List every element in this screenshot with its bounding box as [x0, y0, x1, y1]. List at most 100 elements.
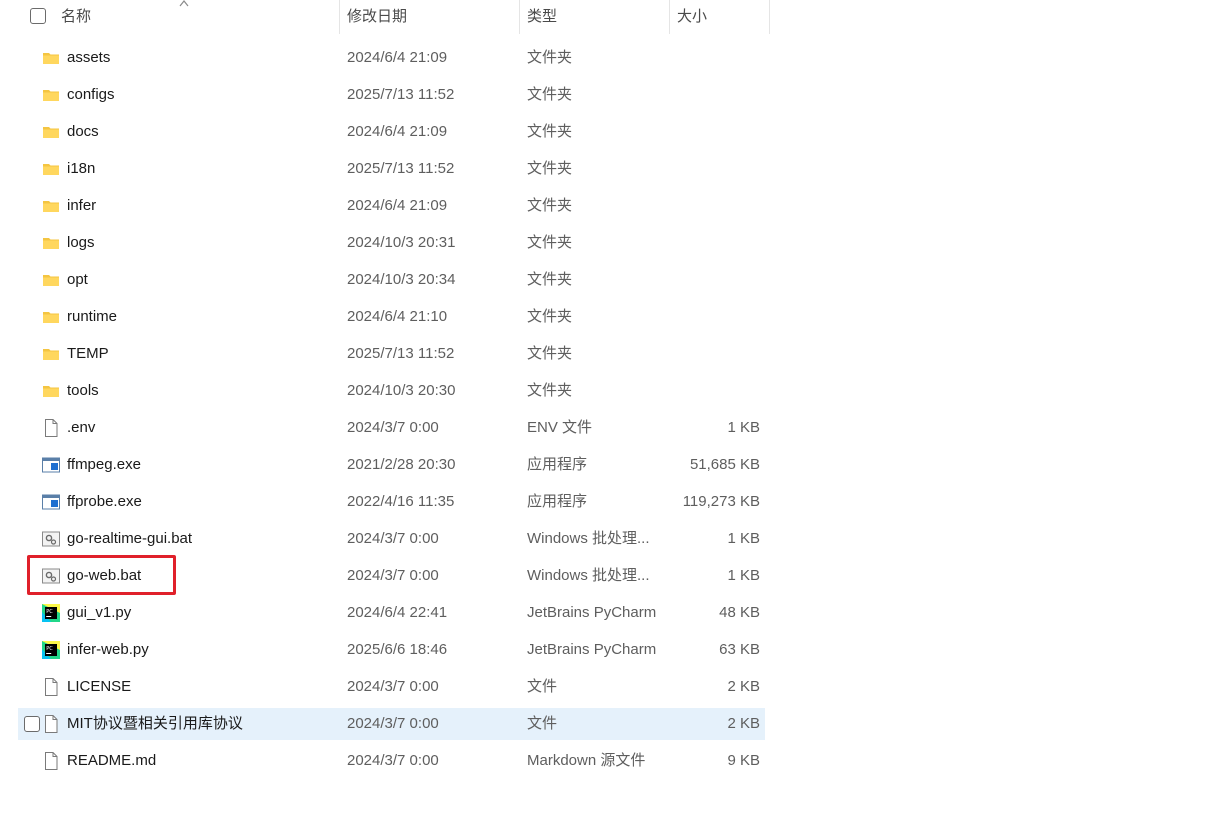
file-row[interactable]: i18n 2025/7/13 11:52 文件夹	[18, 153, 765, 185]
file-date-modified: 2024/3/7 0:00	[347, 419, 439, 436]
file-row[interactable]: .env 2024/3/7 0:00 ENV 文件 1 KB	[18, 412, 765, 444]
file-row[interactable]: PC gui_v1.py 2024/6/4 22:41 JetBrains PyCha…	[18, 597, 765, 629]
exe-icon	[42, 456, 60, 474]
file-name: i18n	[67, 160, 96, 177]
file-row[interactable]: PC infer-web.py 2025/6/6 18:46 JetBrains Py…	[18, 634, 765, 666]
svg-text:PC: PC	[46, 646, 53, 652]
file-name: docs	[67, 123, 99, 140]
file-row[interactable]: TEMP 2025/7/13 11:52 文件夹	[18, 338, 765, 370]
file-row[interactable]: ffmpeg.exe 2021/2/28 20:30 应用程序 51,685 KB	[18, 449, 765, 481]
file-type: 应用程序	[527, 493, 588, 510]
column-divider[interactable]	[339, 0, 340, 34]
file-name: LICENSE	[67, 678, 132, 695]
file-name: MIT协议暨相关引用库协议	[67, 715, 243, 732]
file-size	[668, 79, 760, 111]
file-size: 63 KB	[719, 641, 760, 658]
file-type: 文件夹	[527, 345, 573, 362]
folder-icon	[42, 160, 60, 178]
file-name: ffprobe.exe	[67, 493, 142, 510]
annotation-highlight-box	[27, 555, 176, 595]
file-type: 文件	[527, 678, 558, 695]
pycharm-icon: PC	[42, 604, 60, 622]
file-date-modified: 2024/6/4 21:10	[347, 308, 448, 325]
file-row[interactable]: configs 2025/7/13 11:52 文件夹	[18, 79, 765, 111]
file-name: README.md	[67, 752, 157, 769]
file-size: 1 KB	[727, 567, 760, 584]
file-row[interactable]: MIT协议暨相关引用库协议 2024/3/7 0:00 文件 2 KB	[18, 708, 765, 740]
file-type: 文件夹	[527, 123, 573, 140]
file-size: 51,685 KB	[689, 456, 760, 473]
file-row[interactable]: ffprobe.exe 2022/4/16 11:35 应用程序 119,273 KB	[18, 486, 765, 518]
file-type: 文件夹	[527, 308, 573, 325]
column-header-name[interactable]: 名称	[61, 0, 91, 34]
file-type: 文件夹	[527, 86, 573, 103]
file-size: 2 KB	[727, 715, 760, 732]
svg-text:PC: PC	[46, 609, 53, 615]
file-date-modified: 2024/6/4 21:09	[347, 49, 448, 66]
file-date-modified: 2024/6/4 22:41	[347, 604, 448, 621]
column-header-type[interactable]: 类型	[527, 0, 557, 34]
folder-icon	[42, 271, 60, 289]
file-size: 1 KB	[727, 419, 760, 436]
folder-icon	[42, 345, 60, 363]
row-checkbox[interactable]	[24, 716, 40, 732]
folder-icon	[42, 49, 60, 67]
column-divider[interactable]	[769, 0, 770, 34]
file-type: 应用程序	[527, 456, 588, 473]
file-row[interactable]: opt 2024/10/3 20:34 文件夹	[18, 264, 765, 296]
file-row[interactable]: runtime 2024/6/4 21:10 文件夹	[18, 301, 765, 333]
column-header-modified[interactable]: 修改日期	[347, 0, 407, 34]
file-icon	[42, 419, 60, 437]
file-size	[668, 301, 760, 333]
file-date-modified: 2024/10/3 20:30	[347, 382, 456, 399]
file-row[interactable]: logs 2024/10/3 20:31 文件夹	[18, 227, 765, 259]
file-size: 2 KB	[727, 678, 760, 695]
file-row[interactable]: infer 2024/6/4 21:09 文件夹	[18, 190, 765, 222]
file-name: infer	[67, 197, 97, 214]
column-header-bar: 名称 修改日期 类型 大小	[0, 0, 770, 34]
file-name: .env	[67, 419, 96, 436]
file-date-modified: 2025/7/13 11:52	[347, 160, 455, 177]
file-size	[668, 42, 760, 74]
file-name: gui_v1.py	[67, 604, 132, 621]
column-divider[interactable]	[519, 0, 520, 34]
column-header-size[interactable]: 大小	[677, 0, 707, 34]
file-date-modified: 2024/3/7 0:00	[347, 715, 439, 732]
file-size	[668, 264, 760, 296]
file-type: Windows 批处理...	[527, 530, 650, 547]
file-type: Markdown 源文件	[527, 752, 646, 769]
file-name: runtime	[67, 308, 118, 325]
file-name: go-realtime-gui.bat	[67, 530, 193, 547]
folder-icon	[42, 197, 60, 215]
file-row[interactable]: docs 2024/6/4 21:09 文件夹	[18, 116, 765, 148]
file-type: 文件夹	[527, 160, 573, 177]
file-date-modified: 2022/4/16 11:35	[347, 493, 455, 510]
folder-icon	[42, 234, 60, 252]
file-name: configs	[67, 86, 115, 103]
file-name: logs	[67, 234, 95, 251]
file-date-modified: 2024/10/3 20:31	[347, 234, 456, 251]
select-all-checkbox[interactable]	[30, 8, 46, 24]
file-size: 9 KB	[727, 752, 760, 769]
file-type: 文件夹	[527, 382, 573, 399]
exe-icon	[42, 493, 60, 511]
folder-icon	[42, 86, 60, 104]
file-list-view: 名称 修改日期 类型 大小 assets 2024/6/4 21:09 文件夹 con…	[0, 0, 1216, 828]
file-row[interactable]: tools 2024/10/3 20:30 文件夹	[18, 375, 765, 407]
file-name: tools	[67, 382, 99, 399]
file-date-modified: 2025/7/13 11:52	[347, 86, 455, 103]
file-row[interactable]: README.md 2024/3/7 0:00 Markdown 源文件 9 KB	[18, 745, 765, 777]
file-date-modified: 2025/7/13 11:52	[347, 345, 455, 362]
file-row[interactable]: assets 2024/6/4 21:09 文件夹	[18, 42, 765, 74]
file-row[interactable]: LICENSE 2024/3/7 0:00 文件 2 KB	[18, 671, 765, 703]
folder-icon	[42, 382, 60, 400]
file-icon	[42, 752, 60, 770]
column-divider[interactable]	[669, 0, 670, 34]
file-size: 48 KB	[719, 604, 760, 621]
file-size	[668, 153, 760, 185]
file-size: 119,273 KB	[682, 493, 760, 510]
file-size	[668, 116, 760, 148]
pycharm-icon: PC	[42, 641, 60, 659]
file-size	[668, 375, 760, 407]
file-row[interactable]: go-realtime-gui.bat 2024/3/7 0:00 Windows …	[18, 523, 765, 555]
